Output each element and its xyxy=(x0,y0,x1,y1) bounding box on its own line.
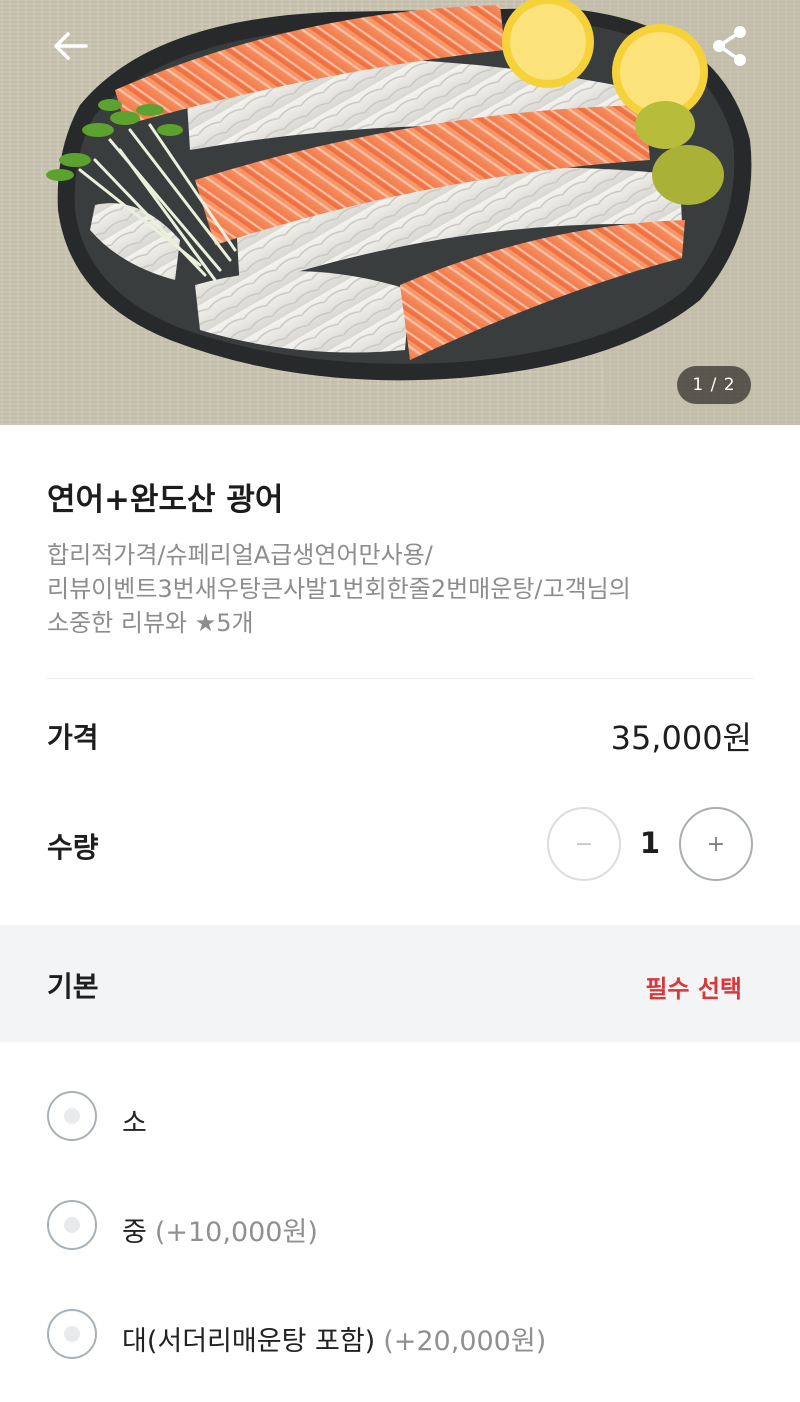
radio-button[interactable] xyxy=(47,1200,97,1250)
share-icon xyxy=(713,26,746,66)
option-price-extra: (+10,000원) xyxy=(154,1217,318,1248)
option-medium[interactable]: 중 (+10,000원) xyxy=(0,1176,800,1276)
option-group-header: 기본 필수 선택 xyxy=(0,925,800,1042)
option-group-title: 기본 xyxy=(47,970,99,1003)
quantity-decrease-button[interactable]: − xyxy=(547,807,621,881)
option-name: 중 xyxy=(122,1217,147,1248)
price-label: 가격 xyxy=(47,721,99,754)
required-badge: 필수 선택 xyxy=(645,975,742,1003)
product-image[interactable]: 1 / 2 xyxy=(0,0,800,425)
product-description: 합리적가격/슈페리얼A급생연어만사용/ 리뷰이벤트3번새우탕큰사발1번회한줄2번… xyxy=(47,538,747,640)
divider xyxy=(47,678,753,679)
radio-dot xyxy=(64,1217,80,1233)
price-value: 35,000원 xyxy=(610,719,752,757)
option-small[interactable]: 소 xyxy=(0,1067,800,1167)
option-name: 소 xyxy=(122,1108,147,1139)
image-counter: 1 / 2 xyxy=(677,366,751,404)
description-line: 소중한 리뷰와 ★5개 xyxy=(47,609,254,637)
product-title: 연어+완도산 광어 xyxy=(47,482,284,518)
radio-button[interactable] xyxy=(47,1309,97,1359)
option-large[interactable]: 대(서더리매운탕 포함) (+20,000원) xyxy=(0,1285,800,1385)
option-price-extra: (+20,000원) xyxy=(383,1326,547,1357)
quantity-increase-button[interactable]: + xyxy=(679,807,753,881)
quantity-value: 1 xyxy=(639,826,661,860)
radio-button[interactable] xyxy=(47,1091,97,1141)
description-line: 리뷰이벤트3번새우탕큰사발1번회한줄2번매운탕/고객님의 xyxy=(47,575,631,603)
plus-icon: + xyxy=(706,831,726,857)
option-name: 대(서더리매운탕 포함) xyxy=(122,1326,376,1357)
arrow-left-icon xyxy=(54,32,88,60)
quantity-label: 수량 xyxy=(47,831,99,864)
description-line: 합리적가격/슈페리얼A급생연어만사용/ xyxy=(47,541,433,569)
radio-dot xyxy=(64,1326,80,1342)
back-button[interactable] xyxy=(40,22,100,70)
option-label: 중 (+10,000원) xyxy=(122,1210,318,1249)
sashimi-platter-photo xyxy=(0,0,800,425)
minus-icon: − xyxy=(574,831,594,857)
radio-dot xyxy=(64,1108,80,1124)
option-label: 대(서더리매운탕 포함) (+20,000원) xyxy=(122,1319,546,1358)
option-label: 소 xyxy=(122,1101,155,1140)
share-button[interactable] xyxy=(700,22,760,70)
